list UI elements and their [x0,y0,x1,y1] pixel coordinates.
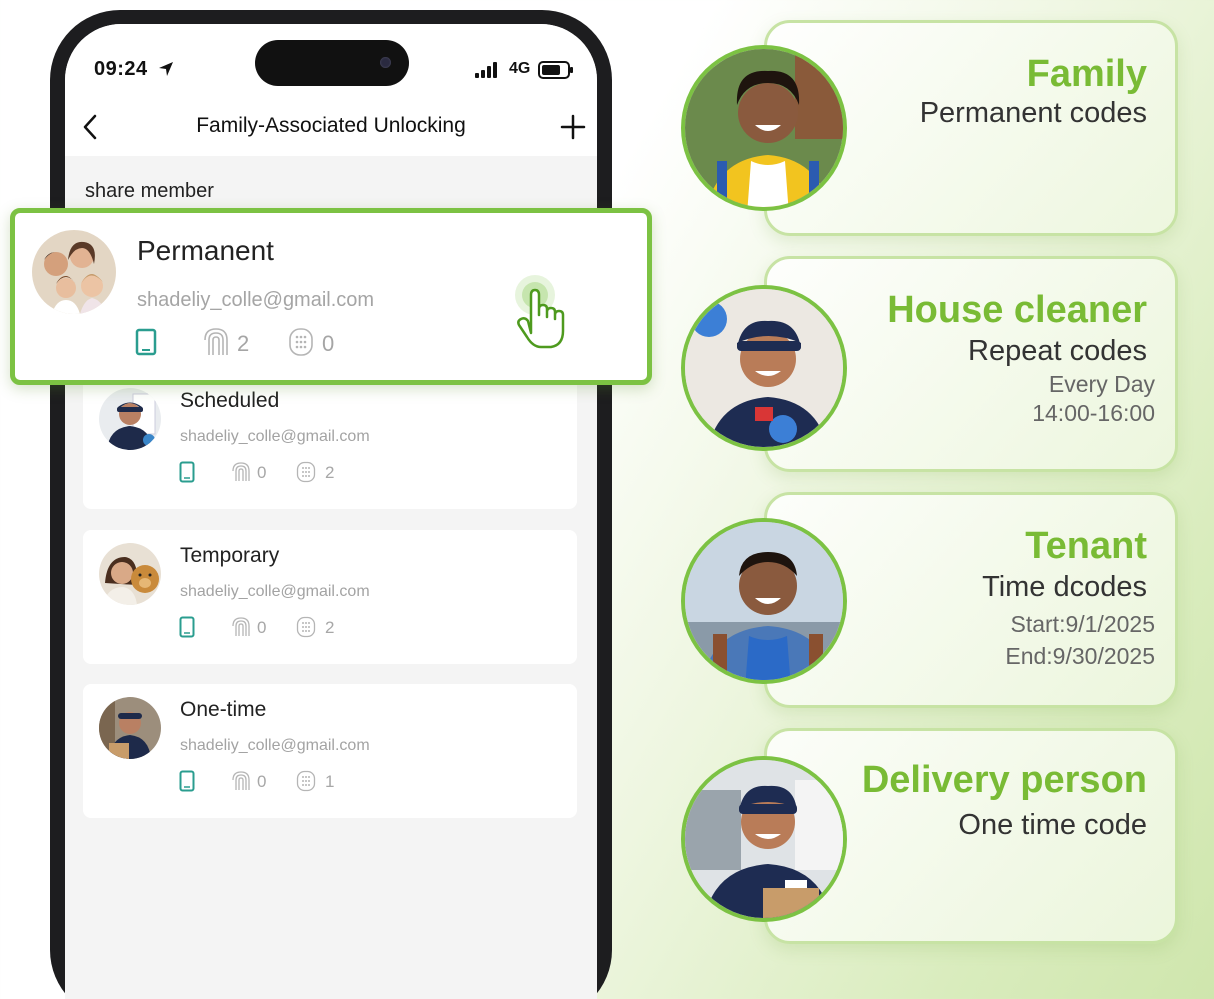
persona-subtitle: Repeat codes [968,335,1147,367]
avatar [99,697,161,759]
add-member-icon[interactable] [560,114,586,140]
member-title: Permanent [137,235,274,266]
persona-title: Delivery person [861,759,1147,801]
fingerprint-icon [204,328,228,355]
phone-icon [179,770,195,792]
fingerprint-count: 0 [257,772,267,791]
fingerprint-count: 2 [237,331,250,356]
network-type: 4G [509,60,531,77]
member-email: shadeliy_colle@gmail.com [180,737,370,754]
phone-icon [179,616,195,638]
fingerprint-icon [232,771,250,790]
persona-detail: End:9/30/2025 [1005,643,1155,669]
section-label: share member [85,180,214,202]
delivery-person-photo [681,756,847,922]
keypad-icon [296,770,316,792]
tenant-photo [681,518,847,684]
member-card-temporary[interactable]: Temporary shadeliy_colle@gmail.com 0 2 [83,530,577,664]
persona-title: Family [1026,53,1147,95]
page-title: Family-Associated Unlocking [196,114,466,137]
member-card-one-time[interactable]: One-time shadeliy_colle@gmail.com 0 1 [83,684,577,818]
keypad-icon [289,328,313,356]
phone-screen: 09:24 4G Family-Associated Unlocking sha… [65,24,597,999]
member-email: shadeliy_colle@gmail.com [180,583,370,600]
persona-title: House cleaner [887,289,1147,331]
persona-detail: Every Day [1048,371,1155,397]
member-email: shadeliy_colle@gmail.com [137,289,375,311]
member-title: Scheduled [180,389,280,412]
persona-subtitle: Time dcodes [982,571,1147,603]
house-cleaner-photo [681,285,847,451]
keypad-icon [296,461,316,483]
fingerprint-count: 0 [257,618,267,637]
phone-icon [135,328,157,356]
avatar [99,388,161,450]
fingerprint-icon [232,617,250,636]
keypad-count: 2 [325,618,335,637]
camera-dot [380,57,391,68]
keypad-count: 2 [325,463,335,482]
member-card-permanent-highlighted[interactable]: Permanent shadeliy_colle@gmail.com 2 0 [10,208,652,385]
persona-subtitle: One time code [958,809,1147,841]
keypad-icon [296,616,316,638]
status-time: 09:24 [94,58,148,80]
location-arrow-icon [159,62,173,76]
fingerprint-count: 0 [257,463,267,482]
member-email: shadeliy_colle@gmail.com [180,428,370,445]
persona-title: Tenant [1025,525,1147,567]
fingerprint-icon [232,462,250,481]
phone-icon [179,461,195,483]
family-teen-photo [681,45,847,211]
battery-icon [538,61,573,79]
member-title: Temporary [180,544,280,567]
cellular-signal-icon [475,62,497,78]
member-title: One-time [180,698,267,721]
member-card-scheduled[interactable]: Scheduled shadeliy_colle@gmail.com 0 2 [83,375,577,509]
keypad-count: 1 [325,772,335,791]
family-avatar [32,230,116,314]
persona-detail: 14:00-16:00 [1032,400,1155,426]
keypad-count: 0 [322,331,335,356]
dynamic-island [255,40,409,86]
avatar [99,543,161,605]
persona-subtitle: Permanent codes [919,97,1147,129]
tap-hand-icon [515,275,565,349]
persona-detail: Start:9/1/2025 [1010,611,1156,637]
